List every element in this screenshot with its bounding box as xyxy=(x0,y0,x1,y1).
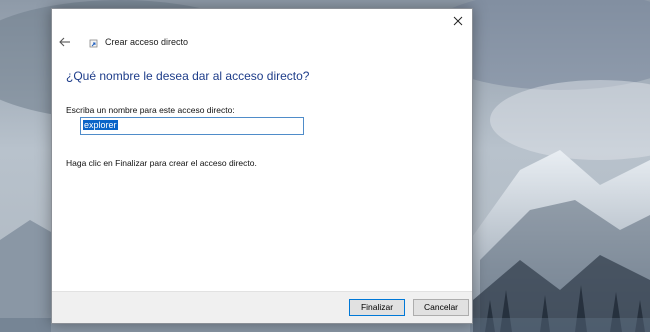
shortcut-name-value: explorer xyxy=(83,120,118,130)
shortcut-icon xyxy=(89,39,99,49)
dialog-footer: Finalizar Cancelar xyxy=(52,291,472,323)
back-button[interactable] xyxy=(58,35,72,49)
close-button[interactable] xyxy=(450,13,466,29)
back-arrow-icon xyxy=(59,37,70,47)
page-heading: ¿Qué nombre le desea dar al acceso direc… xyxy=(66,69,310,83)
create-shortcut-dialog: Crear acceso directo ¿Qué nombre le dese… xyxy=(51,8,473,324)
shortcut-name-label: Escriba un nombre para este acceso direc… xyxy=(66,105,235,115)
close-icon xyxy=(453,16,463,26)
cancel-button[interactable]: Cancelar xyxy=(413,299,469,316)
wizard-title: Crear acceso directo xyxy=(105,37,189,47)
wizard-header: Crear acceso directo xyxy=(58,35,188,49)
finish-button[interactable]: Finalizar xyxy=(349,299,405,316)
finish-hint-text: Haga clic en Finalizar para crear el acc… xyxy=(66,158,257,168)
shortcut-name-input[interactable]: explorer xyxy=(80,117,304,135)
